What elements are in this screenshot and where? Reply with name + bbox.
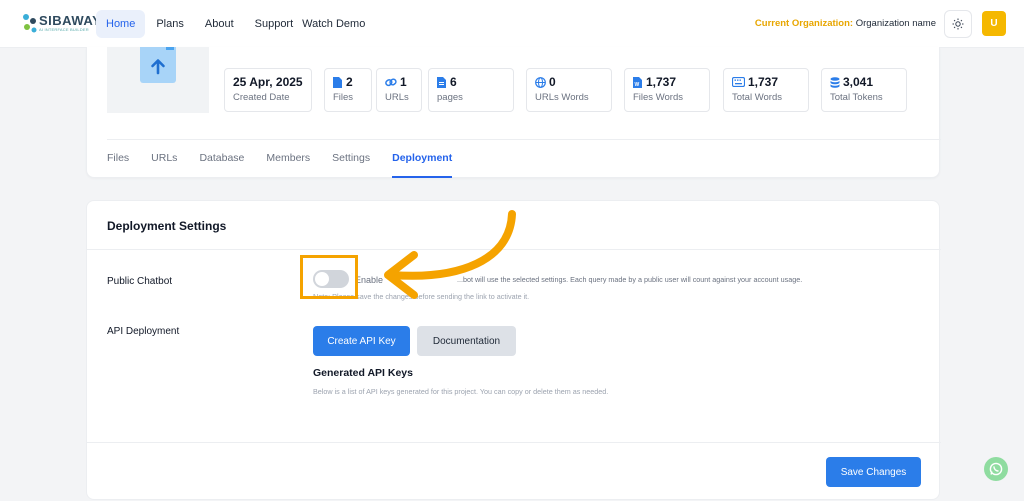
tab-settings[interactable]: Settings xyxy=(332,140,370,178)
public-chatbot-label: Public Chatbot xyxy=(107,276,173,287)
stat-label: Total Words xyxy=(732,92,782,103)
upload-file-icon xyxy=(140,47,176,83)
theme-toggle-button[interactable] xyxy=(944,10,972,38)
whatsapp-icon xyxy=(989,462,1003,476)
stat-value: 1 xyxy=(400,75,407,89)
annotation-arrow-icon xyxy=(384,210,516,299)
stat-value: 6 xyxy=(450,75,457,89)
stat-value: 1,737 xyxy=(646,75,677,89)
nav-watch-demo[interactable]: Watch Demo xyxy=(298,10,375,38)
create-api-key-button[interactable]: Create API Key xyxy=(313,326,410,356)
logo[interactable]: SIBAWAY AI INTERFACE BUILDER xyxy=(22,12,101,34)
stat-label: URLs xyxy=(385,92,409,103)
save-changes-button[interactable]: Save Changes xyxy=(826,457,921,487)
stat-label: Total Tokens xyxy=(830,92,883,103)
sun-icon xyxy=(952,18,964,30)
stat-value: 0 xyxy=(549,75,556,89)
stat-value: 3,041 xyxy=(843,75,874,89)
stat-urls-words: 0 URLs Words xyxy=(526,68,612,112)
nav-plans[interactable]: Plans xyxy=(146,10,194,38)
stat-value: 25 Apr, 2025 xyxy=(233,75,303,89)
logo-name: SIBAWAY xyxy=(39,12,102,28)
stat-total-words: 1,737 Total Words xyxy=(723,68,809,112)
file-icon xyxy=(333,76,343,88)
project-overview-card: 25 Apr, 2025 Created Date 2 Files 1 URLs… xyxy=(86,47,941,179)
stat-urls: 1 URLs xyxy=(376,68,422,112)
stat-files-words: W 1,737 Files Words xyxy=(624,68,710,112)
generated-keys-description: Below is a list of API keys generated fo… xyxy=(313,387,609,396)
nav-home[interactable]: Home xyxy=(96,10,146,38)
org-label: Current Organization: xyxy=(754,18,854,29)
stat-label: URLs Words xyxy=(535,92,589,103)
nav-about[interactable]: About xyxy=(195,10,244,38)
tab-files[interactable]: Files xyxy=(107,140,129,178)
tab-deployment[interactable]: Deployment xyxy=(392,140,453,178)
org-name: Organization name xyxy=(855,18,936,29)
stat-created-date: 25 Apr, 2025 Created Date xyxy=(224,68,312,112)
current-organization[interactable]: Current Organization: Organization name xyxy=(755,18,936,29)
stat-label: pages xyxy=(437,92,463,103)
api-deployment-label: API Deployment xyxy=(107,326,180,337)
word-doc-icon: W xyxy=(633,76,643,88)
divider xyxy=(87,442,941,443)
tab-members[interactable]: Members xyxy=(266,140,310,178)
tab-database[interactable]: Database xyxy=(199,140,244,178)
stat-total-tokens: 3,041 Total Tokens xyxy=(821,68,907,112)
database-icon xyxy=(830,76,840,88)
keyboard-icon xyxy=(732,76,745,88)
whatsapp-chat-button[interactable] xyxy=(984,457,1008,481)
stat-label: Files Words xyxy=(633,92,683,103)
stat-label: Files xyxy=(333,92,354,103)
globe-icon xyxy=(535,76,546,88)
generated-keys-title: Generated API Keys xyxy=(313,367,413,379)
page-icon xyxy=(437,76,447,88)
stat-files: 2 Files xyxy=(324,68,372,112)
user-avatar[interactable]: U xyxy=(982,11,1006,36)
logo-tagline: AI INTERFACE BUILDER xyxy=(39,26,89,32)
stat-pages: 6 pages xyxy=(428,68,514,112)
link-icon xyxy=(385,77,397,88)
project-tabs: Files URLs Database Members Settings Dep… xyxy=(107,139,941,179)
nav-support[interactable]: Support xyxy=(245,10,298,38)
tab-urls[interactable]: URLs xyxy=(151,140,177,178)
nav-links: Home Plans About Support Watch Demo xyxy=(96,10,376,38)
project-thumbnail xyxy=(107,47,209,113)
stat-value: 2 xyxy=(346,75,353,89)
deployment-title: Deployment Settings xyxy=(107,219,227,233)
svg-text:W: W xyxy=(635,82,640,88)
logo-mark-icon xyxy=(22,12,38,34)
stat-value: 1,737 xyxy=(748,75,779,89)
top-navbar: SIBAWAY AI INTERFACE BUILDER Home Plans … xyxy=(0,0,1024,48)
stat-label: Created Date xyxy=(233,92,290,103)
documentation-button[interactable]: Documentation xyxy=(417,326,516,356)
